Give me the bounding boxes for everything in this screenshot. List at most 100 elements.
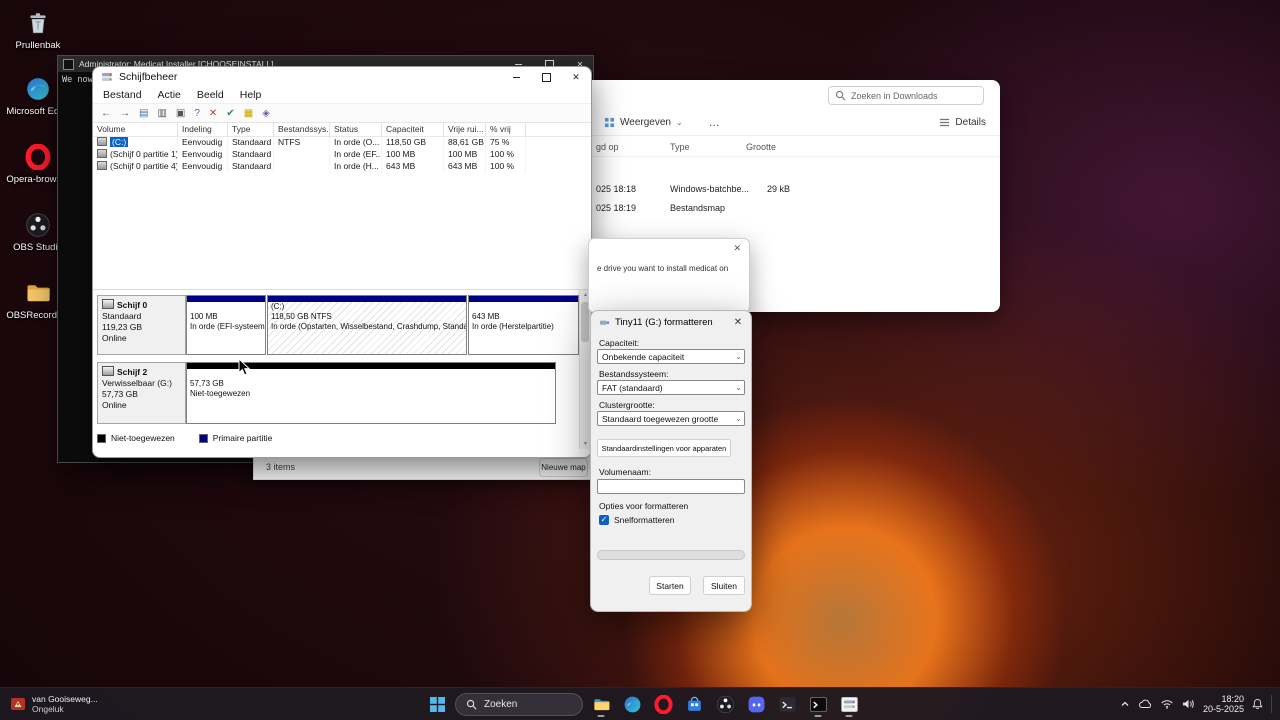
close-icon[interactable]: ✕ — [733, 243, 741, 254]
disk-management-titlebar[interactable]: Schijfbeheer ✕ — [93, 67, 591, 87]
disk-icon — [102, 366, 114, 376]
taskbar-search[interactable]: Zoeken — [455, 692, 583, 716]
close-button[interactable]: Sluiten — [703, 576, 745, 595]
menu-help[interactable]: Help — [240, 89, 262, 101]
details-icon — [940, 118, 950, 127]
col-vrije-ruimte[interactable]: Vrije rui... — [444, 123, 486, 136]
desktop-icon-label: Prullenbak — [15, 40, 61, 51]
col-status[interactable]: Status — [330, 123, 382, 136]
column-headers: gd op Type Grootte — [590, 138, 1000, 157]
new-folder-button[interactable]: Nieuwe map — [539, 458, 588, 477]
active-app-indicator — [845, 714, 853, 717]
filesystem-value: FAT (standaard) — [602, 382, 663, 393]
file-row[interactable]: 025 18:18 Windows-batchbe... 29 kB — [590, 180, 1000, 199]
menu-bestand[interactable]: Bestand — [103, 89, 142, 101]
quick-format-checkbox[interactable]: ✓ Snelformatteren — [599, 515, 674, 525]
wifi-icon[interactable] — [1160, 698, 1174, 710]
quick-format-label: Snelformatteren — [614, 515, 675, 525]
widget-headline: van Gooiseweg... — [32, 694, 98, 704]
taskbar-obs[interactable] — [712, 691, 738, 717]
toolbar-console-icon[interactable]: ▣ — [176, 108, 185, 119]
column-header-modified[interactable]: gd op — [596, 142, 666, 152]
format-dialog-titlebar[interactable]: Tiny11 (G:) formatteren ✕ — [591, 311, 751, 333]
toolbar-back-icon[interactable]: ← — [101, 108, 111, 119]
volume-icon[interactable] — [1182, 698, 1195, 710]
disk-2-header[interactable]: Schijf 2 Verwisselbaar (G:) 57,73 GB Onl… — [97, 362, 186, 424]
cmd-icon — [63, 58, 74, 70]
legend-unallocated-swatch — [97, 433, 106, 443]
volume-name-input[interactable] — [597, 479, 745, 494]
toolbar-grid-icon[interactable]: ▦ — [244, 108, 253, 119]
taskbar-file-explorer[interactable] — [588, 691, 614, 717]
close-icon[interactable]: ✕ — [725, 311, 751, 333]
taskbar-terminal[interactable] — [774, 691, 800, 717]
volume-row-partitie-4[interactable]: (Schijf 0 partitie 4) Eenvoudig Standaar… — [93, 161, 591, 173]
taskbar-opera[interactable] — [650, 691, 676, 717]
show-desktop-button[interactable] — [1271, 695, 1272, 713]
view-menu-button[interactable]: Weergeven ⌄ — [604, 117, 683, 128]
file-explorer-icon — [593, 698, 609, 710]
onedrive-cloud-icon[interactable] — [1138, 698, 1152, 710]
taskbar-disk-management[interactable] — [836, 691, 862, 717]
toolbar-properties-icon[interactable]: ◈ — [262, 108, 270, 119]
volume-row-partitie-1[interactable]: (Schijf 0 partitie 1) Eenvoudig Standaar… — [93, 149, 591, 161]
search-label: Zoeken — [484, 698, 518, 710]
file-modified: 025 18:18 — [596, 184, 637, 194]
close-button[interactable]: ✕ — [561, 67, 591, 87]
capacity-value: Onbekende capaciteit — [602, 351, 685, 362]
toolbar-detail-view-icon[interactable]: ▥ — [157, 108, 166, 119]
search-placeholder: Zoeken in Downloads — [851, 90, 938, 101]
capacity-label: Capaciteit: — [599, 338, 640, 348]
chevron-down-icon: ⌄ — [735, 383, 742, 392]
cluster-size-value: Standaard toegewezen grootte — [602, 413, 719, 424]
restore-defaults-button[interactable]: Standaardinstellingen voor apparaten — [597, 439, 731, 457]
partition-recovery[interactable]: 643 MB In orde (Herstelpartitie) — [468, 295, 579, 355]
filesystem-select[interactable]: FAT (standaard) ⌄ — [597, 380, 745, 395]
menu-beeld[interactable]: Beeld — [197, 89, 224, 101]
legend-primary-swatch — [198, 433, 208, 443]
start-button[interactable]: Starten — [649, 576, 691, 595]
clock-time: 18:20 — [1221, 694, 1244, 704]
toolbar-forward-icon[interactable]: → — [120, 108, 130, 119]
toolbar-ok-icon[interactable]: ✔ — [226, 108, 234, 119]
more-options-button[interactable]: … — [709, 117, 721, 129]
volume-row-c[interactable]: (C:) Eenvoudig Standaard NTFS In orde (O… — [93, 137, 591, 149]
search-input[interactable]: Zoeken in Downloads — [828, 86, 984, 105]
toolbar-list-icon[interactable]: ▤ — [139, 108, 148, 119]
menu-actie[interactable]: Actie — [158, 89, 181, 101]
column-header-size[interactable]: Grootte — [746, 142, 796, 152]
maximize-button[interactable] — [531, 67, 561, 87]
capacity-select[interactable]: Onbekende capaciteit ⌄ — [597, 349, 745, 364]
disk-management-window: Schijfbeheer ✕ Bestand Actie Beeld Help … — [92, 66, 592, 458]
notification-bell-icon[interactable] — [1252, 698, 1263, 710]
disk-management-icon — [102, 73, 112, 81]
taskbar-edge[interactable] — [619, 691, 645, 717]
hidden-icons-chevron-icon[interactable] — [1120, 699, 1130, 709]
clock[interactable]: 18:20 20-5-2025 — [1203, 694, 1244, 714]
chevron-down-icon: ⌄ — [735, 352, 742, 361]
taskbar-cmd[interactable] — [805, 691, 831, 717]
col-indeling[interactable]: Indeling — [178, 123, 228, 136]
col-type[interactable]: Type — [228, 123, 274, 136]
widgets-button[interactable]: van Gooiseweg... Ongeluk — [4, 691, 104, 717]
toolbar-help-icon[interactable]: ? — [194, 108, 200, 119]
details-pane-button[interactable]: Details — [939, 117, 986, 128]
disk-0-header[interactable]: Schijf 0 Standaard 119,23 GB Online — [97, 295, 186, 355]
file-size: 29 kB — [766, 184, 790, 194]
file-row[interactable]: 025 18:19 Bestandsmap — [590, 199, 1000, 218]
col-capaciteit[interactable]: Capaciteit — [382, 123, 444, 136]
partition-efi[interactable]: 100 MB In orde (EFI-systeem — [186, 295, 266, 355]
taskbar-discord[interactable] — [743, 691, 769, 717]
col-bestandssysteem[interactable]: Bestandssys... — [274, 123, 330, 136]
taskbar-store[interactable] — [681, 691, 707, 717]
maximize-icon — [541, 72, 551, 82]
partition-c[interactable]: (C:) 118,50 GB NTFS In orde (Opstarten, … — [267, 295, 467, 355]
menu-bar: Bestand Actie Beeld Help — [93, 87, 591, 103]
start-button[interactable] — [424, 691, 450, 717]
col-volume[interactable]: Volume — [93, 123, 178, 136]
toolbar-delete-icon[interactable]: ✕ — [209, 108, 217, 119]
cluster-size-select[interactable]: Standaard toegewezen grootte ⌄ — [597, 411, 745, 426]
col-pct-vrij[interactable]: % vrij — [486, 123, 526, 136]
minimize-button[interactable] — [501, 67, 531, 87]
obs-icon — [716, 695, 734, 713]
